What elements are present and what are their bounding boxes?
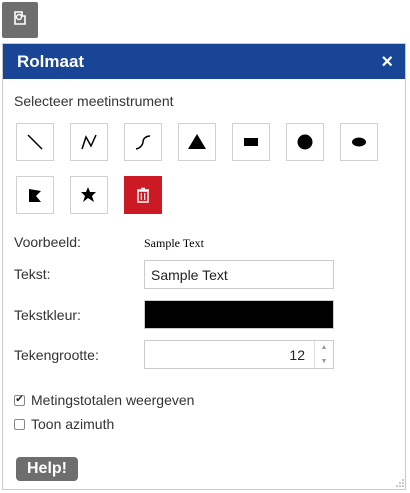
polyline-icon	[81, 134, 97, 150]
line-icon	[27, 134, 43, 150]
preview-text: Sample Text	[144, 236, 204, 250]
show-azimuth-checkbox[interactable]	[14, 418, 25, 430]
trash-icon	[137, 187, 149, 203]
show-totals-option[interactable]: ✔ Metingstotalen weergeven	[14, 392, 194, 408]
delete-tool-button[interactable]	[124, 176, 162, 214]
stepper-controls: ▲ ▼	[314, 341, 333, 368]
freehand-line-tool-button[interactable]	[124, 123, 162, 161]
measure-tool-icon	[10, 8, 30, 33]
polyline-tool-button[interactable]	[70, 123, 108, 161]
show-totals-label: Metingstotalen weergeven	[31, 392, 195, 408]
polygon-icon	[29, 189, 41, 202]
rectangle-icon	[244, 138, 258, 146]
triangle-icon	[188, 134, 206, 149]
triangle-tool-button[interactable]	[178, 123, 216, 161]
ellipse-icon	[352, 137, 366, 147]
help-button[interactable]: Help!	[16, 457, 78, 481]
measure-tool-button[interactable]	[2, 2, 38, 38]
close-icon[interactable]: ×	[381, 52, 393, 72]
ellipse-tool-button[interactable]	[340, 123, 378, 161]
circle-icon	[297, 134, 313, 150]
text-color-label: Tekstkleur:	[14, 307, 81, 323]
show-azimuth-option[interactable]: Toon azimuth	[14, 416, 114, 432]
show-azimuth-label: Toon azimuth	[31, 416, 115, 432]
select-tool-label: Selecteer meetinstrument	[14, 93, 174, 109]
freehand-line-icon	[135, 135, 151, 150]
circle-tool-button[interactable]	[286, 123, 324, 161]
rectangle-tool-button[interactable]	[232, 123, 270, 161]
text-color-picker[interactable]	[144, 300, 334, 329]
panel-titlebar: Rolmaat ×	[3, 44, 405, 79]
text-size-label: Tekengrootte:	[14, 347, 99, 363]
stepper-down-icon[interactable]: ▼	[315, 355, 333, 369]
polygon-tool-button[interactable]	[16, 176, 54, 214]
line-tool-button[interactable]	[16, 123, 54, 161]
text-size-value: 12	[289, 346, 305, 363]
freehand-polygon-icon	[81, 187, 96, 202]
show-totals-checkbox[interactable]: ✔	[14, 394, 25, 406]
panel-title: Rolmaat	[17, 51, 85, 71]
stepper-up-icon[interactable]: ▲	[315, 341, 333, 355]
text-label: Tekst:	[14, 266, 51, 282]
text-size-stepper[interactable]: 12 ▲ ▼	[144, 340, 334, 369]
text-input[interactable]: Sample Text	[144, 260, 334, 289]
preview-label: Voorbeeld:	[14, 234, 81, 250]
freehand-polygon-tool-button[interactable]	[70, 176, 108, 214]
resize-grip-icon[interactable]	[396, 479, 404, 487]
